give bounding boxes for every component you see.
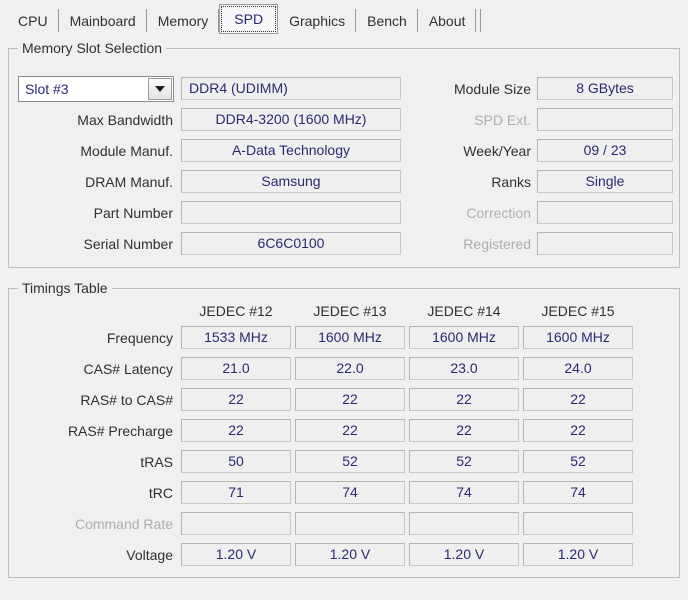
timings-cell: 22 (295, 388, 405, 411)
module-type-field: DDR4 (UDIMM) (181, 77, 401, 100)
timings-table-title: Timings Table (18, 280, 112, 296)
timings-cell: 1.20 V (409, 543, 519, 566)
timings-cell: 74 (409, 481, 519, 504)
field-value: Single (537, 170, 673, 193)
timings-cell: 21.0 (181, 357, 291, 380)
timings-cell: 22 (523, 419, 633, 442)
field-label: Part Number (93, 205, 173, 221)
timings-cell (409, 512, 519, 535)
field-value (537, 232, 673, 255)
field-label: Max Bandwidth (77, 112, 173, 128)
tab-strip-end-separator (480, 9, 482, 32)
tab-label: CPU (18, 12, 48, 29)
field-label: Module Size (453, 81, 531, 97)
field-value: DDR4-3200 (1600 MHz) (181, 108, 401, 131)
timings-cell: 23.0 (409, 357, 519, 380)
timings-row-label: CAS# Latency (83, 361, 174, 377)
field-value: 8 GBytes (537, 77, 673, 100)
timings-cell: 22.0 (295, 357, 405, 380)
timings-row-label: tRC (148, 485, 173, 501)
field-label: DRAM Manuf. (85, 174, 173, 190)
timings-cell: 52 (523, 450, 633, 473)
timings-cell (181, 512, 291, 535)
timings-cell: 22 (181, 388, 291, 411)
tab-graphics[interactable]: Graphics (278, 7, 357, 34)
timings-cell: 74 (295, 481, 405, 504)
field-label: Ranks (491, 174, 531, 190)
timings-column-header: JEDEC #15 (541, 303, 615, 319)
field-label: Week/Year (463, 143, 531, 159)
slot-selector-dropdown[interactable]: Slot #3 (18, 76, 174, 102)
timings-cell: 1533 MHz (181, 326, 291, 349)
chevron-down-icon[interactable] (148, 78, 172, 100)
tab-bench[interactable]: Bench (356, 7, 418, 34)
timings-row-label: tRAS (140, 454, 173, 470)
field-value: 6C6C0100 (181, 232, 401, 255)
field-value: Samsung (181, 170, 401, 193)
tab-label: Bench (367, 12, 407, 29)
field-label: Module Manuf. (80, 143, 173, 159)
field-label: Serial Number (83, 236, 173, 252)
timings-cell: 22 (523, 388, 633, 411)
memory-slot-selection-title: Memory Slot Selection (18, 40, 167, 56)
timings-cell (523, 512, 633, 535)
tab-separator (475, 9, 477, 32)
tab-cpu[interactable]: CPU (7, 7, 59, 34)
tab-bar: CPU Mainboard Memory SPD Graphics Bench About (0, 0, 688, 34)
field-value: A-Data Technology (181, 139, 401, 162)
timings-cell (295, 512, 405, 535)
field-value: 09 / 23 (537, 139, 673, 162)
timings-cell: 22 (181, 419, 291, 442)
field-value (181, 201, 401, 224)
timings-cell: 1.20 V (523, 543, 633, 566)
field-label: Correction (466, 205, 531, 221)
timings-table-group: Timings Table JEDEC #12 JEDEC #13 JEDEC #1… (8, 280, 680, 578)
tab-spd[interactable]: SPD (219, 4, 279, 34)
tab-label: SPD (234, 11, 264, 27)
timings-cell: 50 (181, 450, 291, 473)
timings-row-label: Voltage (126, 547, 173, 563)
field-value (537, 201, 673, 224)
timings-cell: 1.20 V (295, 543, 405, 566)
tab-label: About (428, 12, 466, 29)
tab-label: Graphics (289, 12, 346, 29)
timings-column-header: JEDEC #14 (427, 303, 501, 319)
timings-cell: 22 (295, 419, 405, 442)
timings-row-label: Frequency (106, 330, 173, 346)
field-value (537, 108, 673, 131)
timings-column-header: JEDEC #12 (199, 303, 273, 319)
timings-row-label: Command Rate (74, 516, 173, 532)
timings-cell: 1600 MHz (295, 326, 405, 349)
field-label: Registered (463, 236, 531, 252)
timings-cell: 1.20 V (181, 543, 291, 566)
tab-mainboard[interactable]: Mainboard (58, 7, 147, 34)
tab-memory[interactable]: Memory (146, 7, 220, 34)
timings-cell: 71 (181, 481, 291, 504)
timings-column-header: JEDEC #13 (313, 303, 387, 319)
timings-cell: 1600 MHz (409, 326, 519, 349)
timings-cell: 52 (409, 450, 519, 473)
timings-cell: 24.0 (523, 357, 633, 380)
slot-selector-value: Slot #3 (25, 81, 69, 97)
tab-label: Memory (157, 12, 209, 29)
timings-cell: 22 (409, 419, 519, 442)
tab-label: Mainboard (69, 12, 136, 29)
tab-about[interactable]: About (417, 7, 477, 34)
timings-cell: 22 (409, 388, 519, 411)
timings-cell: 52 (295, 450, 405, 473)
timings-row-label: RAS# Precharge (67, 423, 173, 439)
timings-cell: 74 (523, 481, 633, 504)
field-label: SPD Ext. (474, 112, 531, 128)
timings-row-label: RAS# to CAS# (80, 392, 173, 408)
timings-cell: 1600 MHz (523, 326, 633, 349)
memory-slot-selection-group: Memory Slot Selection Slot #3 DDR4 (UDIM… (8, 40, 680, 268)
